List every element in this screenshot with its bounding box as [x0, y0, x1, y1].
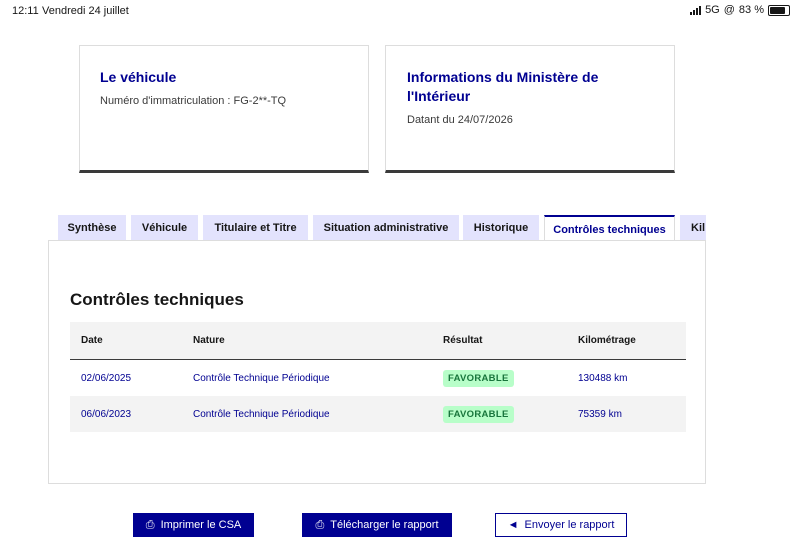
column-header-mileage: Kilométrage [578, 335, 636, 346]
tab-situation-administrative[interactable]: Situation administrative [313, 215, 459, 241]
column-header-result: Résultat [443, 335, 483, 346]
ministry-card-title: Informations du Ministère de l'Intérieur [407, 68, 654, 106]
download-report-label: Télécharger le rapport [330, 519, 439, 531]
send-icon: ◄ [507, 519, 519, 531]
tab-list: Synthèse Véhicule Titulaire et Titre Sit… [58, 215, 706, 241]
panel-title: Contrôles techniques [70, 290, 244, 309]
printer-icon: ⎙ [145, 518, 155, 531]
orientation-lock-icon: @ [723, 4, 735, 16]
vehicle-plate: Numéro d'immatriculation : FG-2**-TQ [100, 95, 287, 107]
row-date: 06/06/2023 [81, 408, 132, 420]
send-report-label: Envoyer le rapport [524, 519, 615, 531]
row-date: 02/06/2025 [81, 372, 132, 384]
status-date: Vendredi 24 juillet [42, 5, 129, 17]
row-mileage: 75359 km [578, 408, 622, 420]
battery-label: 83 % [738, 4, 764, 16]
column-header-date: Date [81, 335, 103, 346]
tab-panel: Contrôles techniques Date Nature Résulta… [48, 240, 706, 484]
tab-titulaire[interactable]: Titulaire et Titre [203, 215, 308, 241]
row-mileage: 130488 km [578, 372, 628, 384]
row-nature: Contrôle Technique Périodique [193, 372, 330, 384]
status-bar: 12:11 Vendredi 24 juillet 5G @ 83 % [0, 0, 800, 24]
status-indicators: 5G @ 83 % [690, 4, 790, 16]
tab-kilometrage[interactable]: Kil [680, 215, 706, 241]
signal-icon [690, 5, 702, 15]
ministry-title-line2: l'Intérieur [407, 88, 471, 104]
ministry-date: Datant du 24/07/2026 [407, 114, 513, 126]
status-time: 12:11 [12, 5, 39, 17]
table-row: 02/06/2025 Contrôle Technique Périodique… [70, 360, 686, 396]
column-header-nature: Nature [193, 335, 225, 346]
battery-icon [768, 4, 790, 16]
network-label: 5G [705, 4, 720, 16]
send-report-button[interactable]: ◄ Envoyer le rapport [495, 513, 627, 537]
tab-controles-techniques[interactable]: Contrôles techniques [544, 215, 675, 241]
tab-vehicule[interactable]: Véhicule [131, 215, 198, 241]
result-badge: FAVORABLE [443, 369, 514, 387]
row-nature: Contrôle Technique Périodique [193, 408, 330, 420]
tab-synthese[interactable]: Synthèse [58, 215, 126, 241]
result-badge: FAVORABLE [443, 405, 514, 423]
download-report-button[interactable]: ⎙ Télécharger le rapport [302, 513, 452, 537]
printer-icon: ⎙ [315, 518, 325, 531]
print-csa-label: Imprimer le CSA [160, 519, 242, 531]
table-row: 06/06/2023 Contrôle Technique Périodique… [70, 396, 686, 432]
ministry-title-line1: Informations du Ministère de [407, 69, 599, 85]
controls-table: Date Nature Résultat Kilométrage 02/06/2… [70, 322, 686, 432]
vehicle-card-title: Le véhicule [100, 69, 177, 85]
table-header: Date Nature Résultat Kilométrage [70, 322, 686, 360]
vehicle-card: Le véhicule Numéro d'immatriculation : F… [79, 45, 369, 173]
print-csa-button[interactable]: ⎙ Imprimer le CSA [133, 513, 254, 537]
row-result: FAVORABLE [443, 396, 514, 432]
ministry-card: Informations du Ministère de l'Intérieur… [385, 45, 675, 173]
row-result: FAVORABLE [443, 360, 514, 396]
tab-historique[interactable]: Historique [463, 215, 539, 241]
